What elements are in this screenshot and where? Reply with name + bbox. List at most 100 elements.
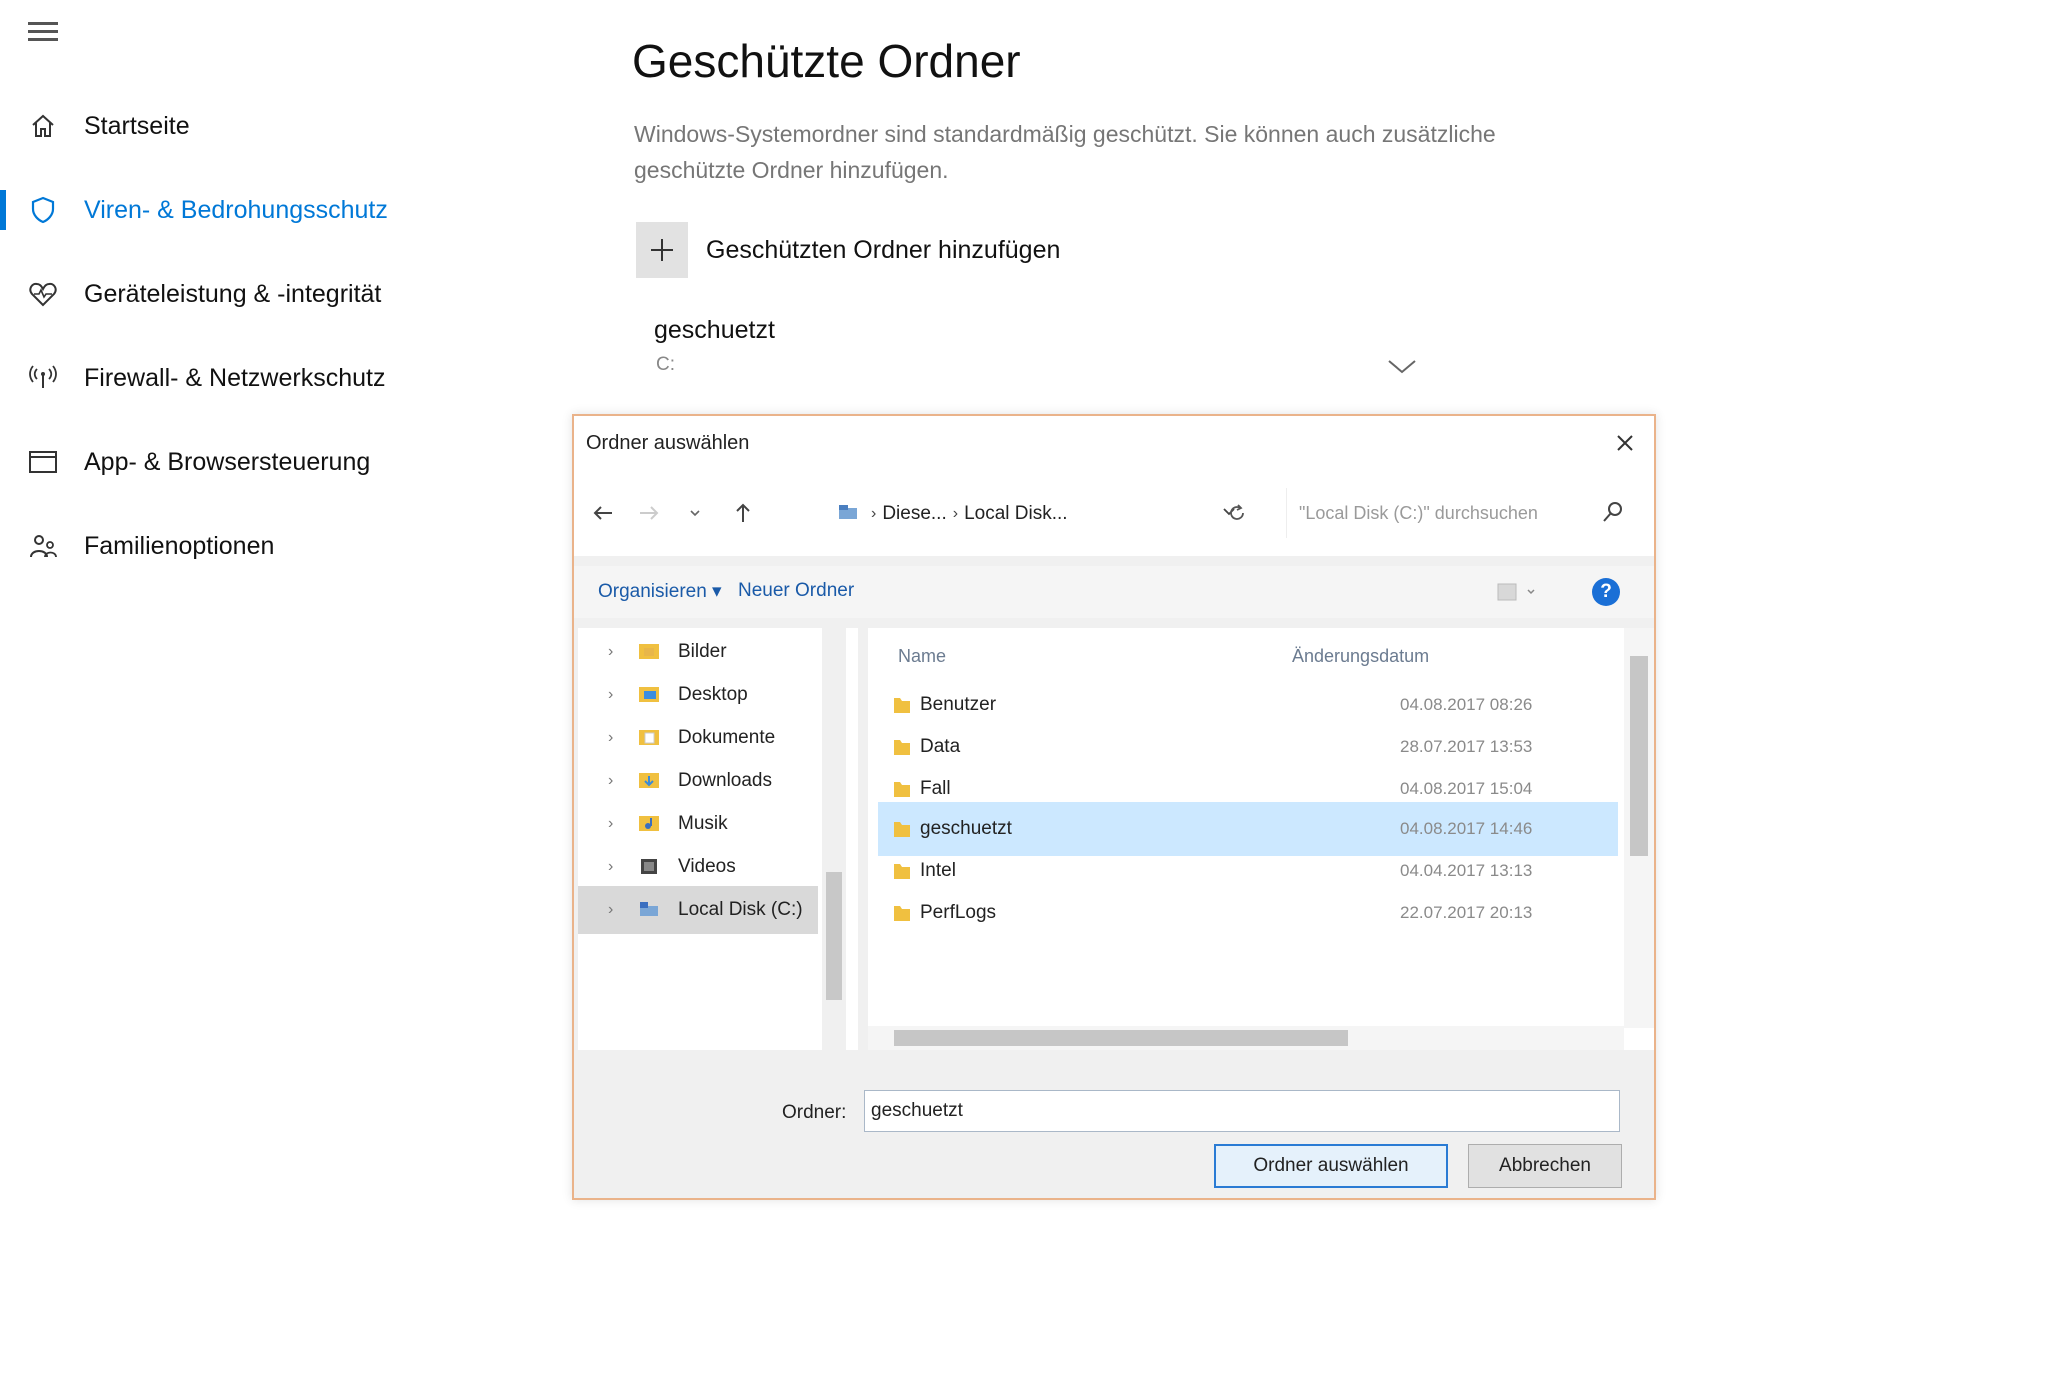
tree-item[interactable]: › Dokumente <box>578 714 818 762</box>
sidebar-item-virus-protection[interactable]: Viren- & Bedrohungsschutz <box>0 180 560 240</box>
folder-name-input[interactable] <box>864 1090 1620 1132</box>
chevron-right-icon[interactable]: › <box>608 729 613 747</box>
address-bar[interactable]: › Diese... › Local Disk... <box>828 488 1242 540</box>
refresh-icon[interactable] <box>1222 498 1252 528</box>
chevron-right-icon[interactable]: › <box>608 686 613 704</box>
window-icon <box>26 445 60 479</box>
breadcrumb-this-pc[interactable]: Diese... <box>882 503 946 525</box>
file-name: Data <box>920 736 961 757</box>
tree-item-label: Downloads <box>678 770 772 791</box>
file-date: 04.04.2017 13:13 <box>1400 861 1533 880</box>
tree-item[interactable]: › Downloads <box>578 757 818 805</box>
wifi-icon <box>26 361 60 395</box>
breadcrumb-local-disk[interactable]: Local Disk... <box>964 503 1067 525</box>
chevron-right-icon[interactable]: › <box>608 772 613 790</box>
sidebar-item-firewall[interactable]: Firewall- & Netzwerkschutz <box>0 348 560 408</box>
breadcrumb-separator: › <box>952 505 959 522</box>
home-icon <box>26 109 60 143</box>
chevron-right-icon[interactable]: › <box>608 815 613 833</box>
chevron-down-icon[interactable] <box>1386 358 1418 381</box>
tree-item-label: Musik <box>678 813 728 834</box>
file-date: 04.08.2017 08:26 <box>1400 695 1533 714</box>
file-name: geschuetzt <box>920 818 1012 839</box>
shield-icon <box>26 193 60 227</box>
tree-item-label: Desktop <box>678 684 748 705</box>
add-protected-folder-button[interactable]: Geschützten Ordner hinzufügen <box>636 222 1060 278</box>
tree-item-selected[interactable]: › Local Disk (C:) <box>578 886 818 934</box>
table-row[interactable]: PerfLogs 22.07.2017 20:13 <box>878 886 1618 940</box>
search-input[interactable] <box>1297 501 1601 525</box>
sidebar-item-family[interactable]: Familienoptionen <box>0 516 560 576</box>
vertical-scrollbar[interactable] <box>1624 628 1654 1028</box>
file-name: Benutzer <box>920 694 997 715</box>
folder-field-label: Ordner: <box>782 1102 847 1123</box>
tree-item[interactable]: › Bilder <box>578 628 818 676</box>
horizontal-scrollbar[interactable] <box>868 1026 1624 1050</box>
tree-item[interactable]: › Desktop <box>578 671 818 719</box>
folder-icon <box>892 818 912 840</box>
chevron-right-icon[interactable]: › <box>608 643 613 661</box>
page-description: Windows-Systemordner sind standardmäßig … <box>634 121 1496 183</box>
sidebar-item-label: App- & Browsersteuerung <box>84 447 371 476</box>
file-name: Fall <box>920 778 951 799</box>
search-icon[interactable] <box>1601 500 1625 529</box>
desktop-folder-icon <box>638 684 660 704</box>
family-icon <box>26 529 60 563</box>
address-row: › Diese... › Local Disk... <box>574 472 1654 556</box>
select-folder-button[interactable]: Ordner auswählen <box>1214 1144 1448 1188</box>
sidebar-item-label: Startseite <box>84 111 190 140</box>
sidebar: Startseite Viren- & Bedrohungsschutz Ger… <box>0 0 560 1389</box>
documents-folder-icon <box>638 727 660 747</box>
chevron-right-icon[interactable]: › <box>608 901 613 919</box>
up-arrow-icon[interactable] <box>728 498 758 528</box>
add-protected-folder-label: Geschützten Ordner hinzufügen <box>706 235 1061 264</box>
sidebar-item-device-performance[interactable]: Geräteleistung & -integrität <box>0 264 560 324</box>
local-disk-icon <box>638 899 660 919</box>
music-folder-icon <box>638 813 660 833</box>
back-arrow-icon[interactable] <box>588 498 618 528</box>
folder-icon <box>892 860 912 882</box>
chevron-right-icon[interactable]: › <box>608 858 613 876</box>
recent-dropdown-icon[interactable] <box>680 498 710 528</box>
sidebar-item-home[interactable]: Startseite <box>0 96 560 156</box>
sidebar-item-label: Viren- & Bedrohungsschutz <box>84 195 388 224</box>
command-bar: Organisieren ▾ Neuer Ordner ? <box>574 566 1654 618</box>
tree-item-label: Bilder <box>678 641 727 662</box>
videos-folder-icon <box>638 856 660 876</box>
file-list: Name Änderungsdatum Benutzer 04.08.2017 … <box>868 628 1654 1050</box>
tree-item[interactable]: › Videos <box>578 843 818 891</box>
forward-arrow-icon[interactable] <box>634 498 664 528</box>
view-options-icon[interactable] <box>1496 582 1540 607</box>
search-box <box>1286 488 1639 538</box>
file-name: Intel <box>920 860 956 881</box>
sidebar-item-label: Firewall- & Netzwerkschutz <box>84 363 386 392</box>
protected-folder-path: C: <box>656 354 675 375</box>
close-icon[interactable] <box>1610 428 1640 458</box>
scrollbar-thumb[interactable] <box>826 872 842 1000</box>
new-folder-button[interactable]: Neuer Ordner <box>738 580 854 602</box>
file-date: 04.08.2017 15:04 <box>1400 779 1533 798</box>
protected-folder-name[interactable]: geschuetzt <box>654 316 775 345</box>
folder-icon <box>892 694 912 716</box>
scrollbar-thumb[interactable] <box>1630 656 1648 856</box>
sidebar-item-label: Familienoptionen <box>84 531 275 560</box>
sidebar-item-app-browser[interactable]: App- & Browsersteuerung <box>0 432 560 492</box>
hamburger-menu-icon[interactable] <box>28 22 58 46</box>
tree-item-label: Local Disk (C:) <box>678 899 803 920</box>
drive-icon <box>837 502 859 527</box>
pictures-folder-icon <box>638 641 660 661</box>
file-date: 28.07.2017 13:53 <box>1400 737 1533 756</box>
cancel-button[interactable]: Abbrechen <box>1468 1144 1622 1188</box>
folder-icon <box>892 902 912 924</box>
scrollbar-thumb[interactable] <box>894 1030 1348 1046</box>
tree-scrollbar[interactable] <box>822 628 846 1050</box>
tree-item[interactable]: › Musik <box>578 800 818 848</box>
page-title: Geschützte Ordner <box>632 35 1021 87</box>
help-icon[interactable]: ? <box>1592 578 1620 606</box>
organize-menu[interactable]: Organisieren ▾ <box>598 580 722 603</box>
navigation-tree: › Bilder › Desktop › Dokumente › Downloa… <box>578 628 858 1050</box>
column-header-date[interactable]: Änderungsdatum <box>1292 646 1429 667</box>
tree-item-label: Videos <box>678 856 736 877</box>
tree-item-label: Dokumente <box>678 727 776 748</box>
column-header-name[interactable]: Name <box>898 646 946 667</box>
